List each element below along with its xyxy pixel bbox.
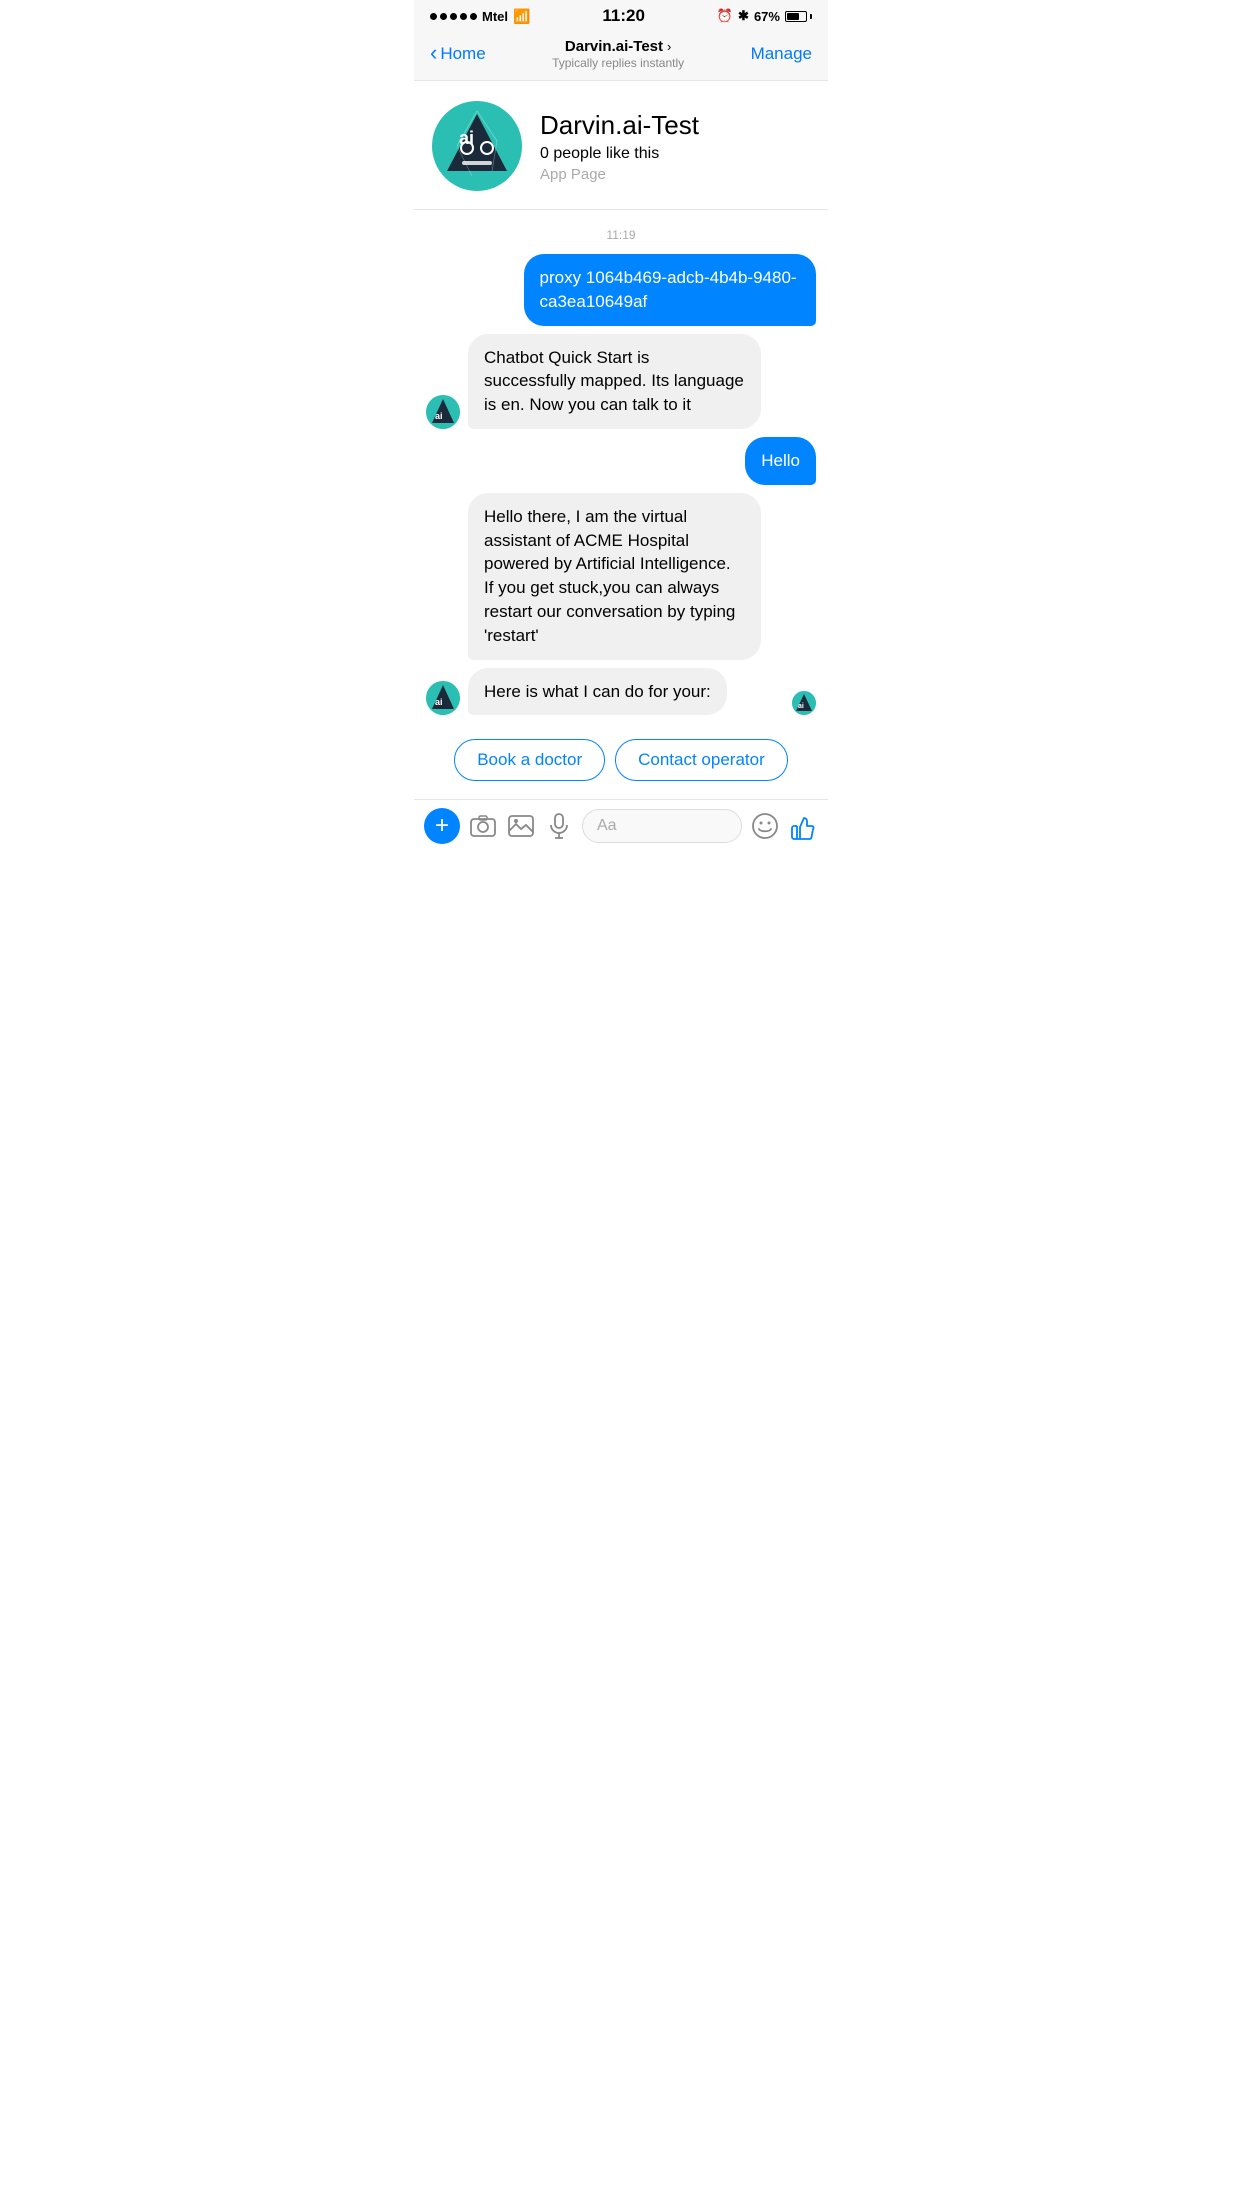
svg-text:ai: ai [435, 697, 443, 707]
outgoing-bubble: Hello [745, 437, 816, 485]
nav-bar: ‹ Home Darvin.ai-Test › Typically replie… [414, 30, 828, 81]
profile-section: ai Darvin.ai-Test 0 people like this App… [414, 81, 828, 210]
message-row: ai Here is what I can do for your: ai [426, 668, 816, 716]
quick-reply-book-doctor[interactable]: Book a doctor [454, 739, 605, 781]
incoming-bubble: Hello there, I am the virtual assistant … [468, 493, 761, 660]
back-button[interactable]: ‹ Home [430, 44, 486, 64]
bottom-toolbar: + Aa [414, 799, 828, 856]
back-chevron-icon: ‹ [430, 42, 437, 64]
incoming-bubble: Chatbot Quick Start is successfully mapp… [468, 334, 761, 429]
nav-title-row: Darvin.ai-Test › [486, 38, 751, 55]
wifi-icon: 📶 [513, 8, 530, 25]
profile-type: App Page [540, 166, 699, 183]
alarm-icon: ⏰ [717, 8, 733, 24]
message-row: Hello [426, 437, 816, 485]
message-input[interactable]: Aa [582, 809, 742, 843]
bot-avatar: ai [426, 681, 460, 715]
message-row: proxy 1064b469-adcb-4b4b-9480-ca3ea10649… [426, 254, 816, 326]
nav-title-chevron-icon: › [667, 39, 671, 54]
status-right: ⏰ ✱ 67% [717, 8, 812, 24]
bluetooth-icon: ✱ [738, 8, 749, 24]
profile-name: Darvin.ai-Test [540, 110, 699, 141]
profile-info: Darvin.ai-Test 0 people like this App Pa… [540, 110, 699, 183]
incoming-bubble: Here is what I can do for your: [468, 668, 727, 716]
carrier-label: Mtel [482, 9, 508, 24]
nav-title: Darvin.ai-Test [565, 38, 663, 55]
input-placeholder: Aa [597, 817, 617, 835]
camera-button[interactable] [468, 811, 498, 841]
battery-icon [785, 11, 812, 22]
profile-avatar: ai [432, 101, 522, 191]
nav-center: Darvin.ai-Test › Typically replies insta… [486, 38, 751, 70]
nav-subtitle: Typically replies instantly [486, 56, 751, 70]
microphone-button[interactable] [544, 811, 574, 841]
back-label: Home [440, 44, 485, 64]
thumbs-up-button[interactable] [788, 811, 818, 841]
profile-likes: 0 people like this [540, 145, 699, 163]
svg-text:ai: ai [435, 411, 443, 421]
status-time: 11:20 [602, 6, 645, 26]
svg-text:ai: ai [798, 703, 804, 710]
outgoing-bubble: proxy 1064b469-adcb-4b4b-9480-ca3ea10649… [524, 254, 817, 326]
floating-bot-avatar: ai [792, 691, 816, 715]
chat-timestamp: 11:19 [426, 228, 816, 242]
bot-avatar: ai [426, 395, 460, 429]
image-button[interactable] [506, 811, 536, 841]
emoji-button[interactable] [750, 811, 780, 841]
battery-pct: 67% [754, 9, 780, 24]
quick-reply-contact-operator[interactable]: Contact operator [615, 739, 788, 781]
manage-button[interactable]: Manage [751, 44, 812, 64]
status-bar: Mtel 📶 11:20 ⏰ ✱ 67% [414, 0, 828, 30]
plus-button[interactable]: + [424, 808, 460, 844]
status-left: Mtel 📶 [430, 8, 530, 25]
message-row: ai Chatbot Quick Start is successfully m… [426, 334, 816, 429]
message-row: ai Hello there, I am the virtual assista… [426, 493, 816, 660]
chat-area: 11:19 proxy 1064b469-adcb-4b4b-9480-ca3e… [414, 210, 828, 799]
signal-strength [430, 13, 477, 20]
quick-replies-container: Book a doctor Contact operator [426, 723, 816, 789]
